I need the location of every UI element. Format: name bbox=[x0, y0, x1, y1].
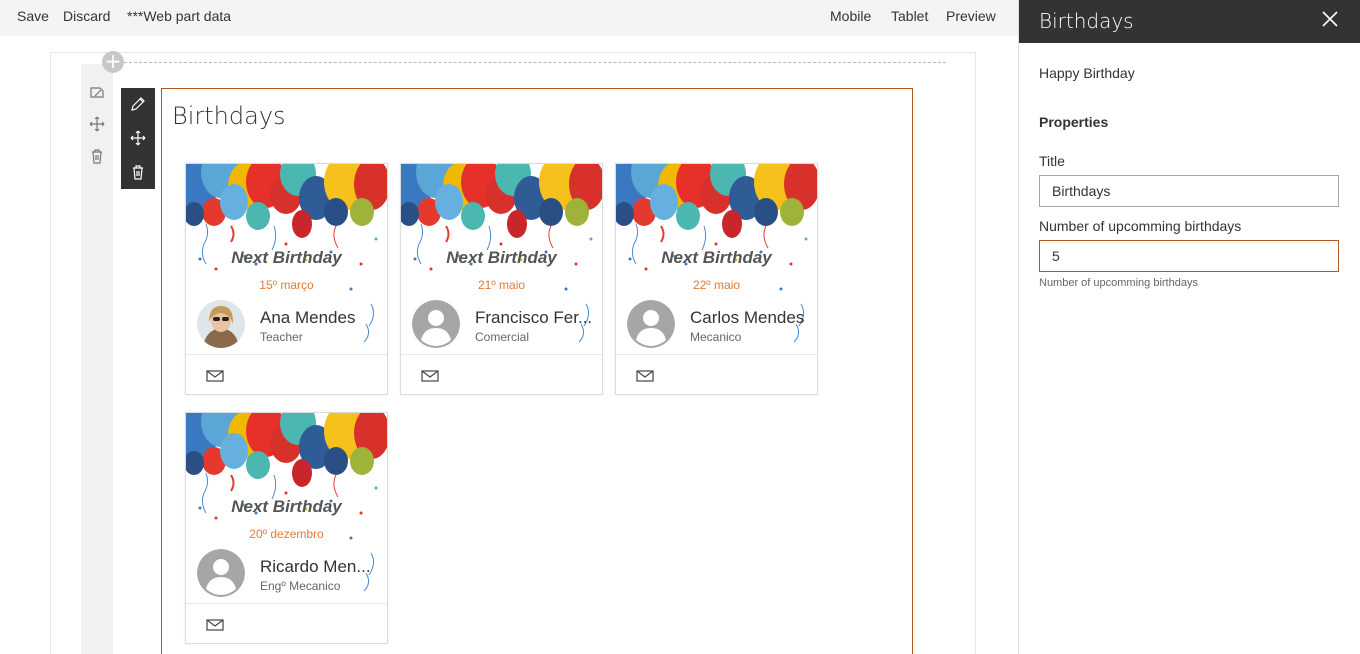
property-pane-description: Happy Birthday bbox=[1039, 65, 1135, 81]
move-icon[interactable] bbox=[129, 129, 147, 147]
birthdays-web-part[interactable]: Birthdays Next Birthday 15º março Ana Me… bbox=[161, 88, 913, 654]
card-heading: Next Birthday bbox=[661, 248, 772, 267]
add-section-icon[interactable]: + bbox=[102, 51, 124, 73]
birthday-card: Next Birthday 20º dezembro Ricardo Men..… bbox=[185, 412, 388, 644]
count-field-label: Number of upcomming birthdays bbox=[1039, 218, 1242, 234]
web-part-data-button[interactable]: ***Web part data bbox=[127, 8, 231, 24]
close-icon[interactable] bbox=[1321, 10, 1339, 28]
mail-icon[interactable] bbox=[636, 369, 654, 383]
mail-icon[interactable] bbox=[421, 369, 439, 383]
edit-section-icon[interactable] bbox=[88, 84, 106, 102]
upcoming-birthdays-field[interactable] bbox=[1039, 240, 1339, 272]
count-field-help: Number of upcomming birthdays bbox=[1039, 277, 1198, 289]
birthday-card: Next Birthday 21º maio Francisco Fer... … bbox=[400, 163, 603, 395]
card-heading: Next Birthday bbox=[231, 497, 342, 516]
job-title: Teacher bbox=[260, 330, 303, 344]
avatar bbox=[197, 300, 245, 348]
section-divider bbox=[124, 62, 946, 63]
person-name: Francisco Fer... bbox=[475, 308, 593, 327]
card-divider bbox=[401, 354, 602, 355]
save-button[interactable]: Save bbox=[17, 8, 49, 24]
card-divider bbox=[186, 603, 387, 604]
avatar-placeholder-icon bbox=[627, 300, 675, 348]
card-divider bbox=[616, 354, 817, 355]
person-name: Carlos Mendes bbox=[690, 308, 805, 327]
person-name: Ricardo Men... bbox=[260, 557, 371, 576]
avatar-placeholder-icon bbox=[197, 549, 245, 597]
card-heading: Next Birthday bbox=[231, 248, 342, 267]
mail-icon[interactable] bbox=[206, 369, 224, 383]
property-pane: Birthdays Happy Birthday Properties Titl… bbox=[1018, 0, 1360, 654]
delete-section-icon[interactable] bbox=[88, 147, 106, 165]
title-field[interactable] bbox=[1039, 175, 1339, 207]
discard-button[interactable]: Discard bbox=[63, 8, 110, 24]
move-section-icon[interactable] bbox=[88, 115, 106, 133]
birthday-card: Next Birthday 22º maio Carlos Mendes Mec… bbox=[615, 163, 818, 395]
birthday-date: 22º maio bbox=[692, 278, 741, 292]
mobile-button[interactable]: Mobile bbox=[830, 8, 871, 24]
property-pane-title: Birthdays bbox=[1039, 9, 1134, 33]
preview-button[interactable]: Preview bbox=[946, 8, 996, 24]
command-bar: Save Discard ***Web part data Mobile Tab… bbox=[0, 0, 1018, 36]
birthday-date: 20º dezembro bbox=[249, 527, 324, 541]
edit-icon[interactable] bbox=[129, 95, 147, 113]
title-field-label: Title bbox=[1039, 153, 1065, 169]
delete-icon[interactable] bbox=[129, 163, 147, 181]
web-part-title: Birthdays bbox=[172, 102, 286, 130]
card-heading: Next Birthday bbox=[446, 248, 557, 267]
birthday-date: 15º março bbox=[259, 278, 314, 292]
job-title: Mecanico bbox=[690, 330, 742, 344]
web-part-toolbar bbox=[121, 88, 155, 189]
card-divider bbox=[186, 354, 387, 355]
avatar-placeholder-icon bbox=[412, 300, 460, 348]
mail-icon[interactable] bbox=[206, 618, 224, 632]
person-name: Ana Mendes bbox=[260, 308, 356, 327]
properties-group-label: Properties bbox=[1039, 114, 1109, 130]
tablet-button[interactable]: Tablet bbox=[891, 8, 928, 24]
job-title: Engº Mecanico bbox=[260, 579, 341, 593]
job-title: Comercial bbox=[475, 330, 530, 344]
birthday-date: 21º maio bbox=[477, 278, 526, 292]
property-pane-header: Birthdays bbox=[1019, 0, 1360, 43]
birthday-card: Next Birthday 15º março Ana Mendes Teach… bbox=[185, 163, 388, 395]
